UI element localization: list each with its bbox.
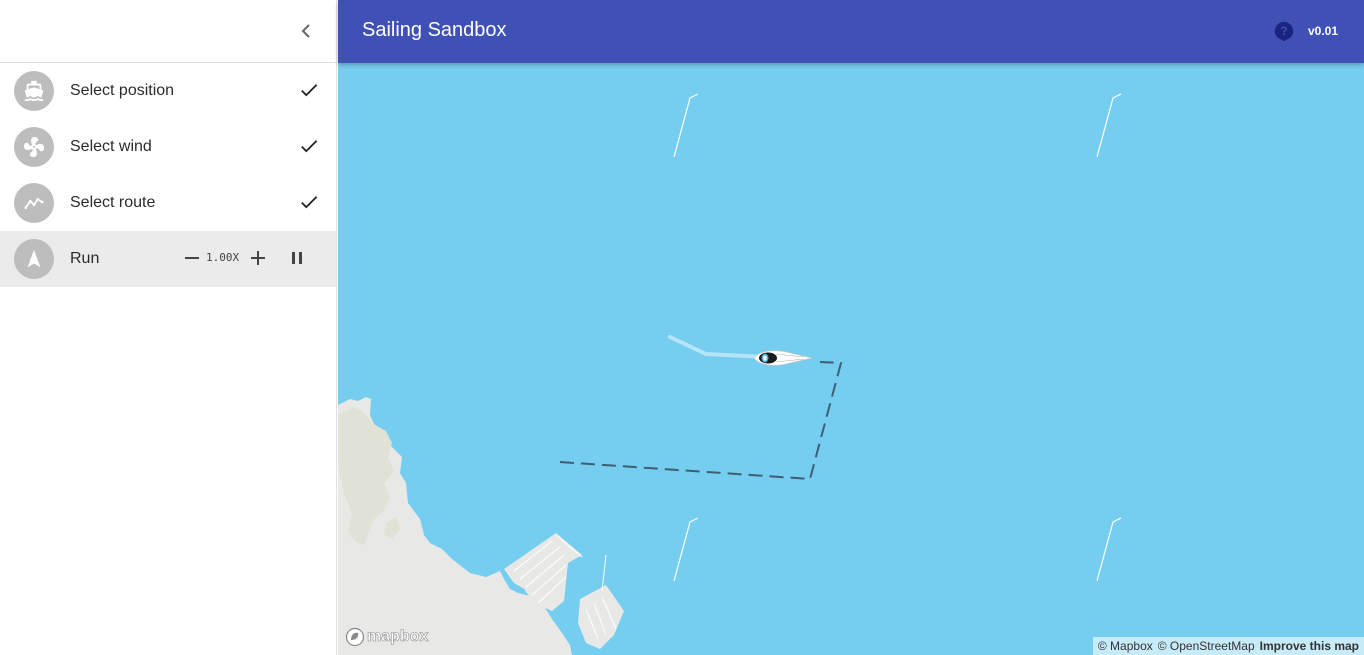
route-icon [24, 197, 44, 209]
wind-streak-icon [1096, 93, 1122, 158]
improve-map-link[interactable]: Improve this map [1260, 639, 1359, 653]
map-layer [338, 93, 1122, 655]
step-label: Select route [70, 194, 156, 211]
step-select-wind[interactable]: Select wind [0, 119, 336, 175]
navigation-arrow-icon [27, 249, 41, 268]
step-select-position[interactable]: Select position [0, 63, 336, 119]
chevron-left-icon [301, 24, 310, 38]
land-area [338, 397, 624, 655]
mapbox-attribution-link[interactable]: © Mapbox [1098, 639, 1153, 653]
speed-decrease-button[interactable] [181, 247, 203, 269]
step-run[interactable]: Run 1.00X [0, 231, 336, 287]
map-attribution: © Mapbox © OpenStreetMap Improve this ma… [1092, 637, 1364, 655]
collapse-sidebar-button[interactable] [292, 16, 320, 46]
route-path [559, 361, 843, 481]
plus-icon [251, 251, 265, 265]
minus-icon [185, 257, 199, 259]
step-label: Select position [70, 82, 175, 99]
check-icon [301, 140, 318, 153]
pause-icon [292, 252, 302, 264]
help-circle-icon[interactable]: ? [1273, 20, 1295, 42]
check-icon [301, 84, 318, 97]
speed-value: 1.00X [206, 251, 240, 264]
step-avatar [14, 239, 54, 279]
boat-icon [24, 80, 44, 102]
wind-streak-icon [673, 517, 699, 582]
step-label: Select wind [70, 138, 152, 155]
check-icon [301, 196, 318, 209]
fan-icon [24, 137, 44, 157]
speed-increase-button[interactable] [247, 247, 269, 269]
pause-button[interactable] [286, 247, 308, 269]
app-root: Select position Select wind Select route… [0, 0, 1364, 655]
sidebar-header [0, 0, 336, 63]
svg-text:?: ? [1280, 24, 1287, 38]
step-label: Run [70, 250, 100, 267]
step-avatar [14, 183, 54, 223]
step-avatar [14, 127, 54, 167]
step-avatar [14, 71, 54, 111]
boat-wake [668, 335, 768, 359]
app-title: Sailing Sandbox [362, 19, 507, 41]
app-bar: Sailing Sandbox ? v0.01 [338, 0, 1364, 63]
mapbox-logo-text: mapbox [367, 628, 429, 646]
wind-streak-icon [1096, 517, 1122, 582]
sailboat-icon [753, 350, 813, 366]
wind-streak-icon [673, 93, 699, 158]
mapbox-logo[interactable]: mapbox [345, 627, 429, 647]
step-select-route[interactable]: Select route [0, 175, 336, 231]
map-canvas[interactable]: mapbox © Mapbox © OpenStreetMap Improve … [338, 63, 1364, 655]
version-label: v0.01 [1308, 24, 1339, 38]
sidebar: Select position Select wind Select route… [0, 0, 337, 655]
mapbox-logo-icon [345, 627, 365, 647]
osm-attribution-link[interactable]: © OpenStreetMap [1158, 639, 1255, 653]
